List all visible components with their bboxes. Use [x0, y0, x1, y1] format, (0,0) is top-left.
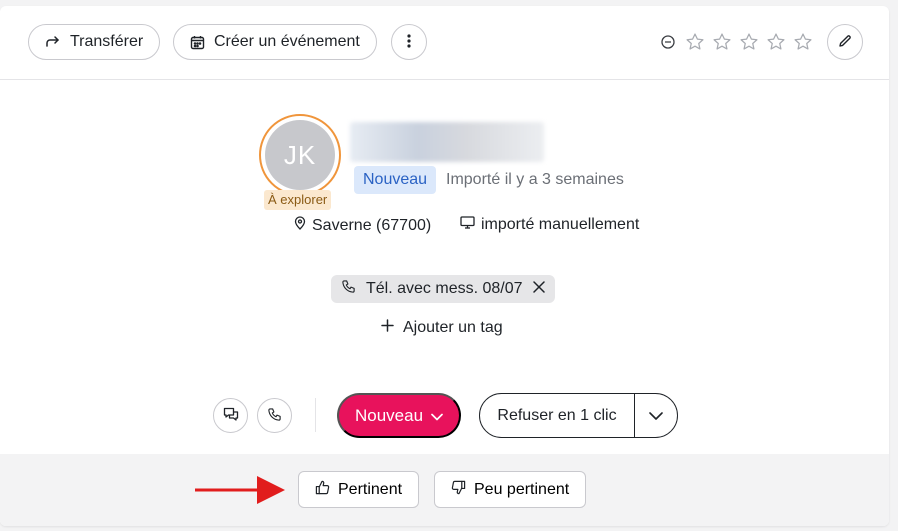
transfer-label: Transférer: [70, 33, 144, 50]
plus-icon: [381, 319, 394, 337]
close-icon[interactable]: [532, 280, 545, 298]
source-label: importé manuellement: [481, 216, 640, 233]
chat-bubbles-icon: [223, 407, 239, 425]
tag-label: Tél. avec mess. 08/07: [366, 280, 523, 297]
phone-icon: [341, 279, 356, 299]
star-icon[interactable]: [711, 31, 733, 53]
message-button[interactable]: [213, 398, 248, 433]
status-badge: Nouveau: [354, 166, 437, 194]
monitor-icon: [460, 216, 475, 234]
annotation-arrow-icon: [193, 472, 288, 513]
star-icon[interactable]: [684, 31, 706, 53]
not-relevant-button[interactable]: Peu pertinent: [434, 471, 587, 508]
contact-name-redacted: [350, 122, 544, 162]
imported-time: Importé il y a 3 semaines: [446, 171, 624, 188]
call-button[interactable]: [257, 398, 292, 433]
star-icon[interactable]: [792, 31, 814, 53]
tag-chip: Tél. avec mess. 08/07: [331, 275, 555, 303]
more-options-button[interactable]: [391, 24, 427, 60]
transfer-button[interactable]: Transférer: [28, 24, 161, 60]
add-tag-button[interactable]: Ajouter un tag: [381, 319, 503, 337]
vertical-dots-icon: [407, 33, 411, 52]
explore-badge: À explorer: [264, 190, 332, 210]
chevron-down-icon: [649, 407, 663, 425]
refuse-options-button[interactable]: [635, 394, 677, 437]
relevant-label: Pertinent: [338, 480, 403, 498]
create-event-label: Créer un événement: [214, 33, 360, 50]
status-label: Nouveau: [354, 405, 424, 425]
star-icon[interactable]: [765, 31, 787, 53]
create-event-button[interactable]: Créer un événement: [173, 24, 377, 60]
map-pin-icon: [294, 216, 306, 235]
divider: [315, 398, 316, 432]
refuse-label: Refuser en 1 clic: [497, 406, 617, 424]
feedback-bar: Pertinent Peu pertinent: [0, 454, 889, 526]
not-relevant-label: Peu pertinent: [474, 480, 570, 498]
avatar: JK: [259, 114, 341, 196]
rating-stars: [657, 31, 814, 53]
phone-icon: [267, 407, 282, 425]
star-icon[interactable]: [738, 31, 760, 53]
thumbs-up-icon: [315, 480, 330, 500]
pencil-icon: [838, 34, 852, 51]
relevant-button[interactable]: Pertinent: [298, 471, 420, 508]
location: Saverne (67700): [294, 216, 431, 235]
card-toolbar: Transférer Créer un événement: [0, 6, 889, 80]
location-label: Saverne (67700): [312, 216, 432, 234]
refuse-split-button: Refuser en 1 clic: [479, 393, 678, 438]
chevron-down-icon: [431, 406, 443, 426]
calendar-icon: [190, 35, 205, 50]
add-tag-label: Ajouter un tag: [403, 319, 503, 336]
candidate-card: Transférer Créer un événement JK À explo…: [0, 6, 889, 526]
avatar-initials: JK: [265, 120, 335, 190]
status-dropdown-button[interactable]: Nouveau: [337, 393, 461, 438]
edit-button[interactable]: [827, 24, 863, 60]
forward-arrow-icon: [45, 34, 61, 50]
thumbs-down-icon: [451, 480, 466, 500]
clear-rating-icon[interactable]: [657, 31, 679, 53]
refuse-button[interactable]: Refuser en 1 clic: [480, 394, 635, 437]
source: importé manuellement: [460, 216, 639, 234]
